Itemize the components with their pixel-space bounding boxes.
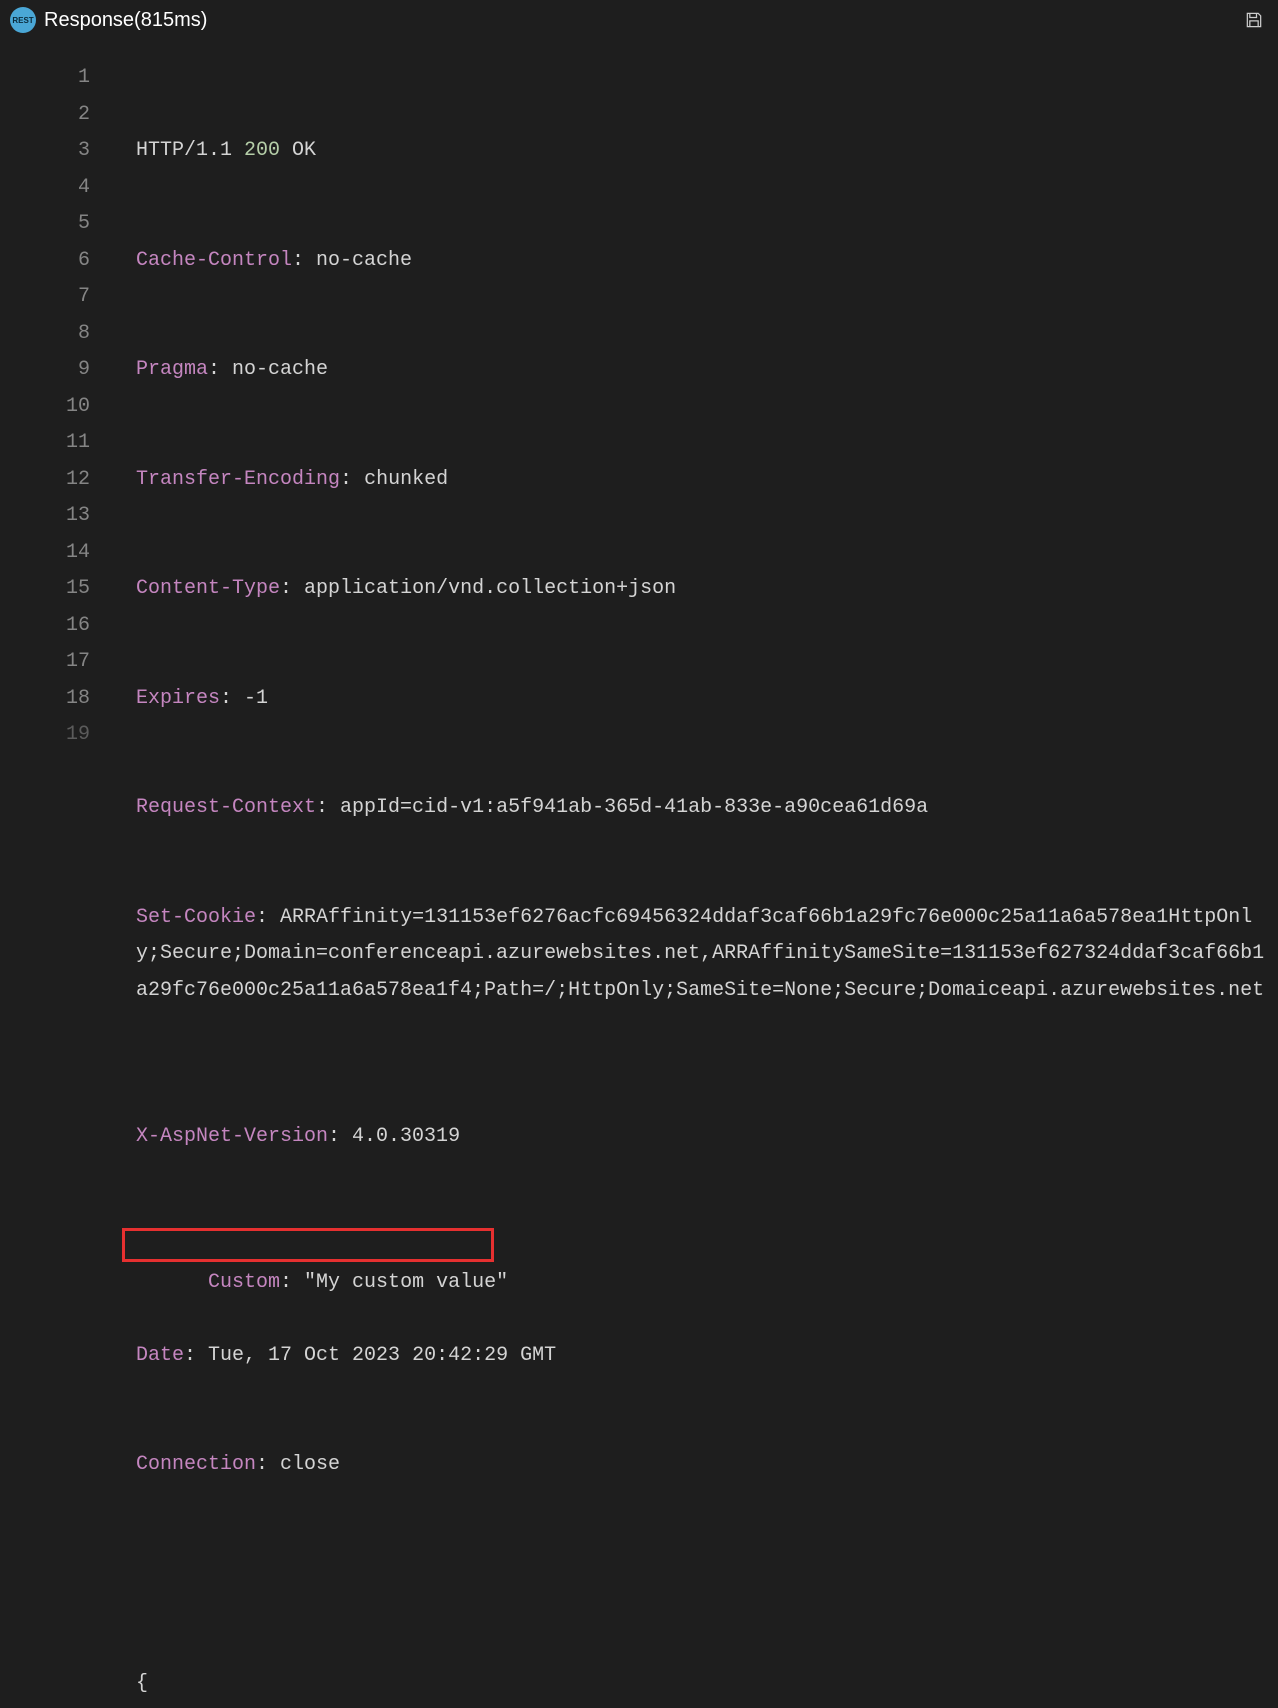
response-header: REST Response(815ms) [0, 0, 1278, 40]
code-line: X-AspNet-Version: 4.0.30319 [136, 1119, 1276, 1156]
header-left: REST Response(815ms) [10, 7, 207, 33]
header-name: Content-Type [136, 577, 280, 600]
code-line: Set-Cookie: ARRAffinity=131153ef6276acfc… [136, 900, 1276, 1046]
line-number: 10 [0, 389, 100, 426]
line-number-gutter: 1 2 3 4 5 6 7 8 9 10 11 12 13 14 15 16 1… [0, 60, 100, 1708]
code-line: Cache-Control: no-cache [136, 243, 1276, 280]
line-number: 15 [0, 571, 100, 608]
response-title: Response(815ms) [44, 9, 207, 32]
line-number: 11 [0, 425, 100, 462]
highlight-box-custom [122, 1228, 494, 1262]
code-line: Request-Context: appId=cid-v1:a5f941ab-3… [136, 790, 1276, 827]
code-line: Content-Type: application/vnd.collection… [136, 571, 1276, 608]
line-number: 7 [0, 279, 100, 316]
line-number: 6 [0, 243, 100, 280]
status-text: OK [280, 139, 316, 162]
status-code: 200 [244, 139, 280, 162]
header-name: Custom [208, 1271, 280, 1294]
line-number: 17 [0, 644, 100, 681]
line-number: 3 [0, 133, 100, 170]
header-name: Date [136, 1344, 184, 1367]
header-name: Request-Context [136, 796, 316, 819]
code-line-empty [136, 1557, 1276, 1594]
header-value: close [280, 1453, 340, 1476]
code-line: Expires: -1 [136, 681, 1276, 718]
header-value: "My custom value" [304, 1271, 508, 1294]
line-number: 9 [0, 352, 100, 389]
http-protocol: HTTP/1.1 [136, 139, 244, 162]
header-value: appId=cid-v1:a5f941ab-365d-41ab-833e-a90… [340, 796, 928, 819]
code-line: Transfer-Encoding: chunked [136, 462, 1276, 499]
code-line-custom: Custom: "My custom value" [136, 1228, 1276, 1265]
line-number: 16 [0, 608, 100, 645]
line-number: 5 [0, 206, 100, 243]
header-name: Transfer-Encoding [136, 468, 340, 491]
code-line: Date: Tue, 17 Oct 2023 20:42:29 GMT [136, 1338, 1276, 1375]
response-editor[interactable]: 1 2 3 4 5 6 7 8 9 10 11 12 13 14 15 16 1… [0, 40, 1278, 1708]
header-name: Cache-Control [136, 249, 292, 272]
json-brace: { [136, 1672, 148, 1695]
header-value: 4.0.30319 [352, 1125, 460, 1148]
code-line: Pragma: no-cache [136, 352, 1276, 389]
rest-badge-icon: REST [10, 7, 36, 33]
line-number: 12 [0, 462, 100, 499]
line-number: 4 [0, 170, 100, 207]
line-number: 13 [0, 498, 100, 535]
header-name: Set-Cookie [136, 906, 256, 929]
line-number: 18 [0, 681, 100, 718]
save-button[interactable] [1240, 6, 1268, 34]
code-line: Connection: close [136, 1447, 1276, 1484]
header-name: Expires [136, 687, 220, 710]
header-value: no-cache [232, 358, 328, 381]
code-line: { [136, 1666, 1276, 1703]
line-number: 8 [0, 316, 100, 353]
header-value: chunked [364, 468, 448, 491]
save-icon [1244, 10, 1264, 30]
code-content[interactable]: HTTP/1.1 200 OK Cache-Control: no-cache … [100, 60, 1276, 1708]
header-value: -1 [244, 687, 268, 710]
header-name: Pragma [136, 358, 208, 381]
header-name: Connection [136, 1453, 256, 1476]
header-value: application/vnd.collection+json [304, 577, 676, 600]
code-line: HTTP/1.1 200 OK [136, 133, 1276, 170]
header-name: X-AspNet-Version [136, 1125, 328, 1148]
header-value: Tue, 17 Oct 2023 20:42:29 GMT [208, 1344, 556, 1367]
header-value: ARRAffinity=131153ef6276acfc69456324ddaf… [136, 906, 1264, 1002]
line-number: 2 [0, 97, 100, 134]
line-number: 1 [0, 60, 100, 97]
line-number: 19 [0, 717, 100, 754]
header-value: no-cache [316, 249, 412, 272]
line-number: 14 [0, 535, 100, 572]
